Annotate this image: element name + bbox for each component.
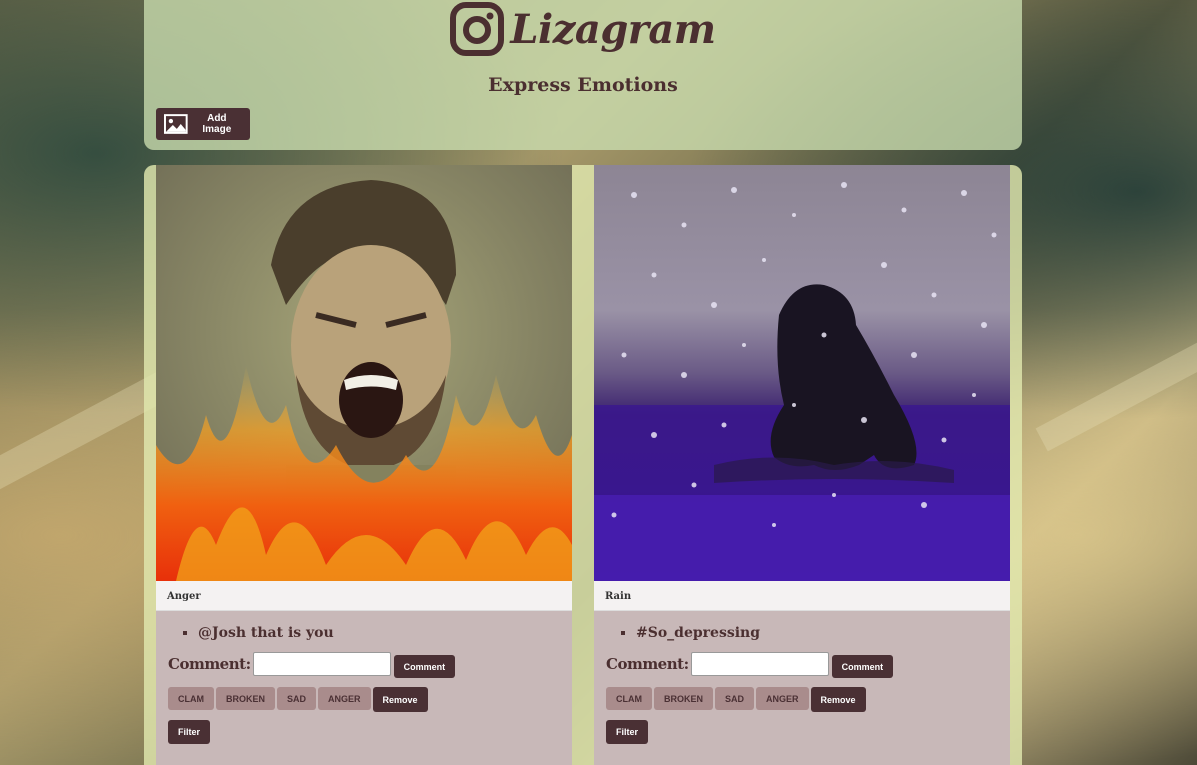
filter-button[interactable]: Filter (168, 720, 211, 744)
post-title: Rain (594, 581, 1010, 611)
comment-button[interactable]: Comment (393, 655, 456, 678)
comment-form: Comment: Comment (594, 641, 1010, 678)
comment-label: Comment: (168, 654, 251, 673)
comment-item: @Josh that is you (198, 625, 572, 641)
comment-input[interactable] (690, 651, 829, 676)
tag-button-sad[interactable]: SAD (277, 687, 317, 710)
comment-list: #So_depressing (594, 611, 1010, 641)
comment-form: Comment: Comment (156, 641, 572, 678)
tag-button-anger[interactable]: ANGER (756, 687, 809, 710)
comment-button[interactable]: Comment (831, 655, 894, 678)
app-title: Lizagram (510, 5, 716, 53)
add-image-button[interactable]: Add Image (156, 108, 250, 140)
background-decoration (1035, 334, 1197, 452)
comment-list: @Josh that is you (156, 611, 572, 641)
logo-row: Lizagram (144, 2, 1022, 56)
comment-input[interactable] (252, 651, 391, 676)
anger-photo[interactable] (156, 165, 572, 581)
tag-row: CLAM BROKEN SAD ANGER Remove (594, 678, 1010, 712)
comment-label: Comment: (606, 654, 689, 673)
instagram-icon (450, 2, 505, 56)
post-title: Anger (156, 581, 572, 611)
rain-photo[interactable] (594, 165, 1010, 581)
tag-button-anger[interactable]: ANGER (318, 687, 371, 710)
tag-button-clam[interactable]: CLAM (606, 687, 652, 710)
tag-button-sad[interactable]: SAD (715, 687, 755, 710)
image-icon (164, 114, 188, 134)
comment-item: #So_depressing (636, 625, 1010, 641)
tag-button-clam[interactable]: CLAM (168, 687, 214, 710)
post-card: Anger @Josh that is you Comment: Comment… (156, 165, 572, 765)
add-image-label: Add Image (202, 113, 232, 135)
remove-button[interactable]: Remove (810, 687, 866, 712)
remove-button[interactable]: Remove (372, 687, 428, 712)
tag-button-broken[interactable]: BROKEN (654, 687, 714, 710)
tag-row: CLAM BROKEN SAD ANGER Remove (156, 678, 572, 712)
filter-button[interactable]: Filter (606, 720, 649, 744)
image-gallery: Anger @Josh that is you Comment: Comment… (144, 165, 1022, 765)
tag-button-broken[interactable]: BROKEN (216, 687, 276, 710)
app-subtitle: Express Emotions (488, 74, 678, 96)
app-header: Lizagram Express Emotions Add Image (144, 0, 1022, 150)
post-card: Rain #So_depressing Comment: Comment CLA… (594, 165, 1010, 765)
